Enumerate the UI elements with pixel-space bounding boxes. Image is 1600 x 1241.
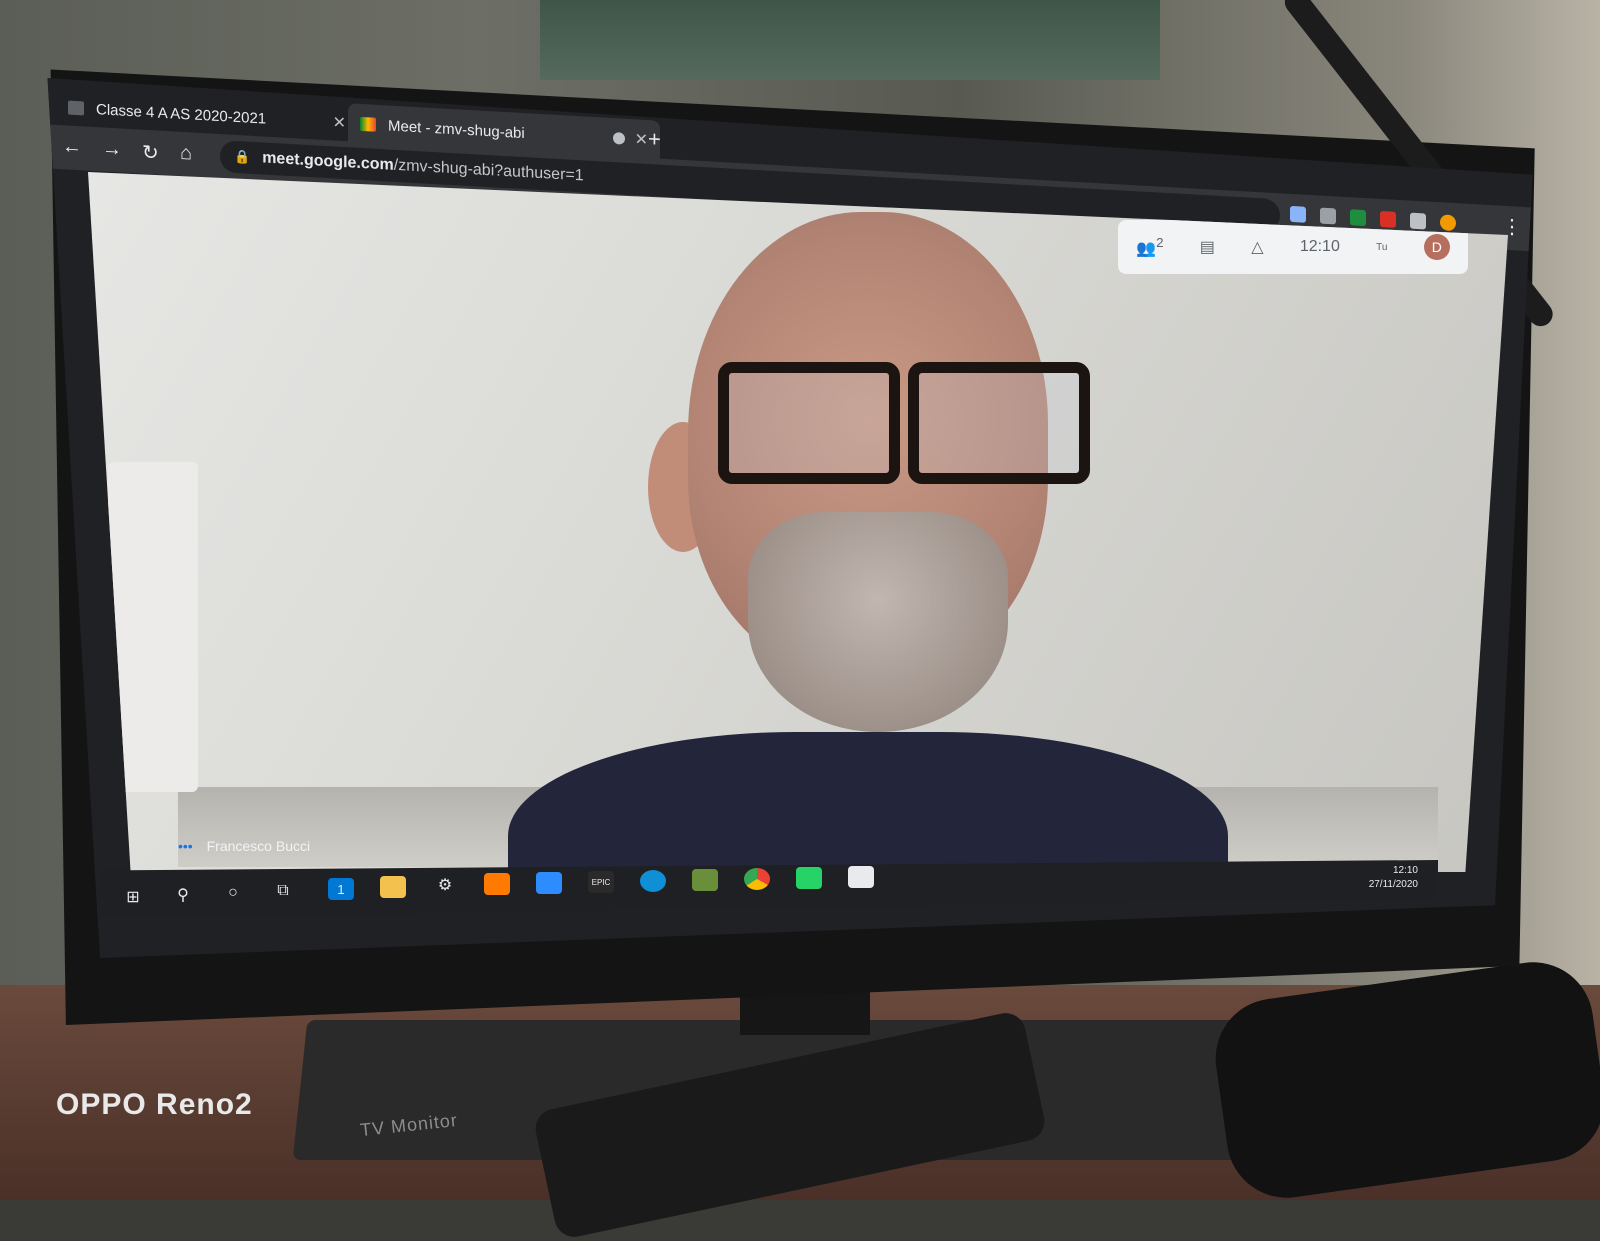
people-icon[interactable]: 👥2 (1136, 235, 1163, 258)
home-icon[interactable]: ⌂ (180, 142, 192, 166)
monitor-screen: Classe 4 A AS 2020-2021 ✕ Meet - zmv-shu… (47, 78, 1533, 958)
meet-video-area: 👥2 ▤ △ 12:10 Tu D ••• Francesco Bucci (88, 172, 1508, 872)
classroom-icon (68, 100, 84, 116)
task-view-icon[interactable]: ⧉ (270, 880, 296, 902)
left-lens (718, 362, 900, 484)
edge-icon[interactable] (640, 870, 666, 892)
zoom-icon[interactable] (536, 872, 562, 894)
url-host: meet.google.com (262, 149, 394, 174)
chrome-icon[interactable] (744, 868, 770, 890)
tab-label: Classe 4 A AS 2020-2021 (96, 100, 267, 128)
extensions-puzzle-icon[interactable] (1410, 212, 1426, 230)
reload-icon[interactable]: ↻ (142, 140, 159, 166)
chat-icon[interactable]: ▤ (1200, 237, 1215, 257)
activities-icon[interactable]: △ (1251, 237, 1263, 257)
extension-s-icon[interactable] (1350, 209, 1366, 227)
dropbox-extension-icon[interactable] (1290, 205, 1306, 223)
file-explorer-icon[interactable] (380, 876, 406, 898)
camera-watermark: OPPO Reno2 (56, 1088, 253, 1121)
settings-gear-icon[interactable]: ⚙ (432, 874, 458, 896)
mail-badge: 1 (337, 881, 345, 897)
windows-start-icon[interactable]: ⊞ (120, 886, 146, 908)
epic-games-icon[interactable]: EPIC (588, 871, 614, 893)
meet-icon (360, 116, 376, 132)
taskbar-clock: 12:10 27/11/2020 (1369, 864, 1418, 892)
self-avatar[interactable]: D (1423, 234, 1450, 260)
url-path: /zmv-shug-abi?authuser=1 (393, 156, 584, 185)
profile-avatar-icon[interactable] (1440, 214, 1456, 232)
clock-date: 27/11/2020 (1368, 879, 1418, 890)
minecraft-icon[interactable] (692, 869, 718, 891)
right-lens (908, 362, 1090, 484)
tab-label: Meet - zmv-shug-abi (388, 116, 525, 142)
back-arrow-icon[interactable]: ← (62, 135, 82, 159)
self-label: Tu (1376, 241, 1388, 253)
window-background (540, 0, 1160, 80)
meet-clock: 12:10 (1299, 238, 1340, 255)
participant-name: Francesco Bucci (206, 838, 311, 854)
github-extension-icon[interactable] (1320, 207, 1336, 225)
avast-icon[interactable] (484, 873, 510, 895)
pubg-icon[interactable] (848, 866, 874, 888)
clock-time: 12:10 (1392, 865, 1418, 876)
whatsapp-icon[interactable] (796, 867, 822, 889)
new-tab-button[interactable]: + (648, 126, 661, 153)
cortana-icon[interactable]: ○ (220, 882, 246, 904)
participant-count: 2 (1156, 235, 1164, 251)
close-icon[interactable]: ✕ (635, 129, 648, 150)
lock-icon: 🔒 (234, 148, 251, 165)
participant-beard (748, 512, 1008, 732)
side-panel (108, 462, 198, 792)
close-icon[interactable]: ✕ (333, 112, 346, 133)
search-icon[interactable]: ⚲ (170, 884, 196, 906)
gmail-extension-icon[interactable] (1380, 210, 1396, 228)
forward-arrow-icon[interactable]: → (102, 137, 122, 161)
recording-dot-icon (612, 132, 625, 145)
mail-icon[interactable]: 1 (328, 878, 354, 900)
participant-glasses (718, 362, 1090, 484)
speaking-indicator-icon: ••• (178, 838, 193, 854)
participant-name-tag: ••• Francesco Bucci (178, 838, 310, 854)
participant-video (508, 212, 1228, 872)
